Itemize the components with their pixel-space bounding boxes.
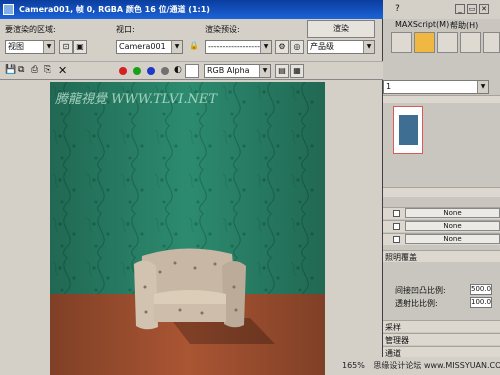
map-1-button[interactable]: None — [405, 208, 500, 218]
map-3-button[interactable]: None — [405, 234, 500, 244]
rollout-header-maps[interactable] — [383, 187, 500, 197]
print-icon[interactable]: ⎙ — [31, 65, 38, 75]
close-icon[interactable]: ✕ — [479, 4, 489, 14]
render-output-image: 腾龍視覺 WWW.TLVI.NET — [50, 82, 325, 375]
print-preview-icon[interactable]: ⎘ — [44, 65, 51, 75]
area-dropdown-value: 视图 — [8, 42, 24, 51]
rollout-sampling[interactable]: 采样 — [383, 320, 500, 332]
red-channel-toggle[interactable] — [119, 67, 127, 75]
alpha-channel-toggle[interactable] — [161, 67, 169, 75]
map-2-button[interactable]: None — [405, 221, 500, 231]
material-preview-swatch — [399, 115, 418, 145]
color-swatch[interactable] — [185, 64, 199, 78]
clone-window-icon[interactable]: ⧉ — [18, 65, 24, 75]
help-icon[interactable]: ? — [395, 4, 400, 14]
display-toggle-button[interactable]: ▤ — [275, 64, 289, 78]
rollout-manager[interactable]: 管理器 — [383, 333, 500, 345]
channel-dropdown-value: RGB Alpha — [207, 66, 250, 75]
channel-dropdown[interactable]: RGB Alpha ▼ — [204, 64, 271, 78]
window-title: Camera001, 帧 0, RGBA 颜色 16 位/通道 (1:1) — [19, 5, 210, 14]
bump-field[interactable]: 500.0 — [470, 284, 492, 295]
motion-tab-icon[interactable] — [460, 32, 481, 53]
menu-help[interactable]: 帮助(H) — [450, 20, 478, 31]
map-row-1: None — [383, 207, 500, 219]
footer-text: 思缘设计论坛 www.MISSYUAN.COM — [373, 361, 500, 370]
menu-maxscript[interactable]: MAXScript(M) — [395, 20, 449, 29]
area-label: 要渲染的区域: — [5, 25, 56, 34]
chevron-down-icon: ▼ — [363, 41, 374, 53]
window-titlebar[interactable]: Camera001, 帧 0, RGBA 颜色 16 位/通道 (1:1) — [0, 0, 383, 19]
lock-icon[interactable]: 🔒 — [187, 40, 201, 54]
rollout-lighting[interactable]: 照明覆盖 — [383, 250, 500, 262]
auto-region-button[interactable]: ▣ — [73, 40, 87, 54]
rollout-lighting-label: 照明覆盖 — [385, 253, 417, 262]
refraction-label: 透射比比例: — [395, 299, 438, 308]
chevron-down-icon: ▼ — [43, 41, 54, 53]
display-tab-icon[interactable] — [483, 32, 500, 53]
map-row-2: None — [383, 220, 500, 232]
save-image-icon[interactable]: 💾 — [5, 65, 16, 75]
channel-toolbar: 💾 ⧉ ⎙ ⎘ ✕ ◐ RGB Alpha ▼ ▤ ▦ — [0, 61, 383, 80]
display-mode-button[interactable]: ▦ — [290, 64, 304, 78]
command-panel: _ ▭ ✕ ? MAXScript(M) 帮助(H) 1 ▼ None None … — [383, 0, 500, 375]
blue-channel-toggle[interactable] — [147, 67, 155, 75]
quality-dropdown[interactable]: 产品级 ▼ — [307, 40, 375, 54]
viewport-dropdown-value: Camera001 — [119, 42, 166, 51]
rollout-header[interactable] — [383, 95, 500, 103]
environment-button[interactable]: ◎ — [290, 40, 304, 54]
refraction-field[interactable]: 100.0 — [470, 297, 492, 308]
rollout-manager-label: 管理器 — [385, 336, 409, 345]
watermark-text: 腾龍視覺 WWW.TLVI.NET — [55, 92, 218, 107]
render-button[interactable]: 渲染 — [307, 20, 375, 38]
rendered-scene — [50, 82, 325, 375]
create-tab-icon[interactable] — [391, 32, 412, 53]
app-icon — [3, 4, 14, 15]
preset-dropdown[interactable]: ------------------- ▼ — [205, 40, 272, 54]
viewport-label: 视口: — [116, 25, 135, 34]
edit-region-button[interactable]: ⊡ — [59, 40, 73, 54]
chevron-down-icon: ▼ — [260, 41, 271, 53]
modify-tab-icon[interactable] — [414, 32, 435, 53]
minimize-icon[interactable]: _ — [455, 4, 465, 14]
map-2-checkbox[interactable] — [393, 223, 400, 230]
site-footer: 165% 思缘设计论坛 www.MISSYUAN.COM — [338, 357, 500, 375]
map-3-checkbox[interactable] — [393, 236, 400, 243]
bump-label: 间接凹凸比例: — [395, 286, 446, 295]
area-dropdown[interactable]: 视图 ▼ — [5, 40, 55, 54]
material-dropdown[interactable]: 1 ▼ — [383, 80, 489, 94]
preset-label: 渲染预设: — [205, 25, 240, 34]
map-row-3: None — [383, 233, 500, 245]
hierarchy-tab-icon[interactable] — [437, 32, 458, 53]
chevron-down-icon: ▼ — [171, 41, 182, 53]
preset-dropdown-value: ------------------- — [208, 42, 263, 51]
panel-titlebar: _ ▭ ✕ ? — [383, 0, 500, 19]
clear-icon[interactable]: ✕ — [58, 64, 67, 77]
rollout-sampling-label: 采样 — [385, 323, 401, 332]
preset-settings-button[interactable]: ⚙ — [275, 40, 289, 54]
green-channel-toggle[interactable] — [133, 67, 141, 75]
zoom-value: 165% — [342, 361, 365, 370]
viewport-dropdown[interactable]: Camera001 ▼ — [116, 40, 183, 54]
chevron-down-icon: ▼ — [259, 65, 270, 77]
mono-icon[interactable]: ◐ — [174, 65, 182, 75]
restore-icon[interactable]: ▭ — [467, 4, 477, 14]
material-preview-slot[interactable] — [393, 106, 423, 154]
chevron-down-icon: ▼ — [477, 81, 488, 93]
map-1-checkbox[interactable] — [393, 210, 400, 217]
material-dropdown-value: 1 — [386, 82, 392, 91]
quality-dropdown-value: 产品级 — [310, 42, 334, 51]
